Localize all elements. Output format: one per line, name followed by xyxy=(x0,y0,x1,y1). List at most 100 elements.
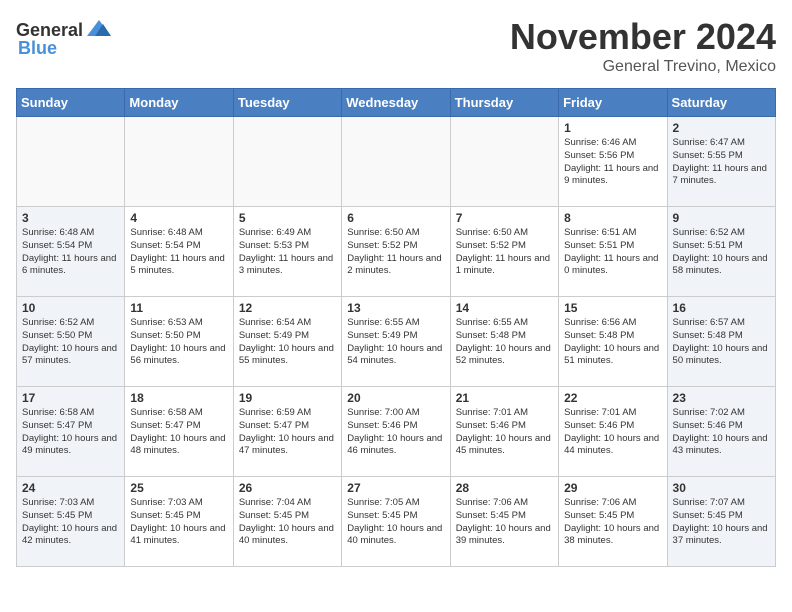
day-number: 25 xyxy=(130,481,227,495)
sunrise: Sunrise: 6:48 AM xyxy=(130,227,202,238)
day-number: 26 xyxy=(239,481,336,495)
daylight: Daylight: 10 hours and 47 minutes. xyxy=(239,433,334,457)
daylight: Daylight: 10 hours and 54 minutes. xyxy=(347,343,442,367)
sunrise: Sunrise: 7:01 AM xyxy=(564,407,636,418)
daylight: Daylight: 11 hours and 5 minutes. xyxy=(130,253,224,277)
day-info: Sunrise: 6:54 AM Sunset: 5:49 PM Dayligh… xyxy=(239,317,336,368)
sunrise: Sunrise: 6:58 AM xyxy=(130,407,202,418)
day-info: Sunrise: 6:46 AM Sunset: 5:56 PM Dayligh… xyxy=(564,137,661,188)
calendar-cell: 11 Sunrise: 6:53 AM Sunset: 5:50 PM Dayl… xyxy=(125,297,233,387)
sunset: Sunset: 5:51 PM xyxy=(673,240,743,251)
day-info: Sunrise: 7:01 AM Sunset: 5:46 PM Dayligh… xyxy=(564,407,661,458)
sunset: Sunset: 5:48 PM xyxy=(564,330,634,341)
day-header: Monday xyxy=(125,89,233,117)
day-info: Sunrise: 6:52 AM Sunset: 5:51 PM Dayligh… xyxy=(673,227,770,278)
daylight: Daylight: 10 hours and 46 minutes. xyxy=(347,433,442,457)
day-number: 18 xyxy=(130,391,227,405)
sunrise: Sunrise: 6:58 AM xyxy=(22,407,94,418)
sunrise: Sunrise: 6:52 AM xyxy=(22,317,94,328)
calendar-header-row: SundayMondayTuesdayWednesdayThursdayFrid… xyxy=(17,89,776,117)
sunrise: Sunrise: 6:59 AM xyxy=(239,407,311,418)
calendar-cell: 12 Sunrise: 6:54 AM Sunset: 5:49 PM Dayl… xyxy=(233,297,341,387)
sunset: Sunset: 5:47 PM xyxy=(130,420,200,431)
sunrise: Sunrise: 7:02 AM xyxy=(673,407,745,418)
calendar-cell: 10 Sunrise: 6:52 AM Sunset: 5:50 PM Dayl… xyxy=(17,297,125,387)
sunrise: Sunrise: 6:47 AM xyxy=(673,137,745,148)
sunrise: Sunrise: 6:50 AM xyxy=(347,227,419,238)
calendar-cell: 13 Sunrise: 6:55 AM Sunset: 5:49 PM Dayl… xyxy=(342,297,450,387)
day-number: 14 xyxy=(456,301,553,315)
sunset: Sunset: 5:55 PM xyxy=(673,150,743,161)
sunset: Sunset: 5:48 PM xyxy=(456,330,526,341)
sunset: Sunset: 5:45 PM xyxy=(239,510,309,521)
sunset: Sunset: 5:45 PM xyxy=(564,510,634,521)
day-number: 21 xyxy=(456,391,553,405)
page-header: General Blue November 2024 General Trevi… xyxy=(16,16,776,76)
sunrise: Sunrise: 6:48 AM xyxy=(22,227,94,238)
daylight: Daylight: 10 hours and 40 minutes. xyxy=(239,523,334,547)
sunset: Sunset: 5:47 PM xyxy=(239,420,309,431)
day-number: 4 xyxy=(130,211,227,225)
calendar-cell: 30 Sunrise: 7:07 AM Sunset: 5:45 PM Dayl… xyxy=(667,477,775,567)
sunset: Sunset: 5:48 PM xyxy=(673,330,743,341)
sunrise: Sunrise: 7:05 AM xyxy=(347,497,419,508)
calendar-week-row: 1 Sunrise: 6:46 AM Sunset: 5:56 PM Dayli… xyxy=(17,117,776,207)
day-number: 16 xyxy=(673,301,770,315)
day-info: Sunrise: 6:53 AM Sunset: 5:50 PM Dayligh… xyxy=(130,317,227,368)
day-number: 6 xyxy=(347,211,444,225)
sunrise: Sunrise: 7:03 AM xyxy=(22,497,94,508)
day-number: 13 xyxy=(347,301,444,315)
calendar-cell: 6 Sunrise: 6:50 AM Sunset: 5:52 PM Dayli… xyxy=(342,207,450,297)
day-info: Sunrise: 7:06 AM Sunset: 5:45 PM Dayligh… xyxy=(564,497,661,548)
sunrise: Sunrise: 6:55 AM xyxy=(456,317,528,328)
day-info: Sunrise: 6:48 AM Sunset: 5:54 PM Dayligh… xyxy=(130,227,227,278)
day-info: Sunrise: 7:02 AM Sunset: 5:46 PM Dayligh… xyxy=(673,407,770,458)
calendar-week-row: 24 Sunrise: 7:03 AM Sunset: 5:45 PM Dayl… xyxy=(17,477,776,567)
daylight: Daylight: 10 hours and 40 minutes. xyxy=(347,523,442,547)
day-number: 27 xyxy=(347,481,444,495)
day-number: 9 xyxy=(673,211,770,225)
calendar-cell: 4 Sunrise: 6:48 AM Sunset: 5:54 PM Dayli… xyxy=(125,207,233,297)
calendar-cell: 8 Sunrise: 6:51 AM Sunset: 5:51 PM Dayli… xyxy=(559,207,667,297)
day-header: Saturday xyxy=(667,89,775,117)
day-number: 15 xyxy=(564,301,661,315)
sunset: Sunset: 5:49 PM xyxy=(239,330,309,341)
daylight: Daylight: 11 hours and 1 minute. xyxy=(456,253,550,277)
calendar-cell: 27 Sunrise: 7:05 AM Sunset: 5:45 PM Dayl… xyxy=(342,477,450,567)
calendar-cell: 1 Sunrise: 6:46 AM Sunset: 5:56 PM Dayli… xyxy=(559,117,667,207)
daylight: Daylight: 11 hours and 9 minutes. xyxy=(564,163,658,187)
sunset: Sunset: 5:46 PM xyxy=(456,420,526,431)
day-number: 8 xyxy=(564,211,661,225)
calendar-week-row: 17 Sunrise: 6:58 AM Sunset: 5:47 PM Dayl… xyxy=(17,387,776,477)
day-number: 24 xyxy=(22,481,119,495)
daylight: Daylight: 10 hours and 42 minutes. xyxy=(22,523,117,547)
calendar-cell: 25 Sunrise: 7:03 AM Sunset: 5:45 PM Dayl… xyxy=(125,477,233,567)
sunrise: Sunrise: 7:06 AM xyxy=(456,497,528,508)
sunset: Sunset: 5:45 PM xyxy=(22,510,92,521)
logo: General Blue xyxy=(16,16,113,59)
day-header: Wednesday xyxy=(342,89,450,117)
calendar-cell: 18 Sunrise: 6:58 AM Sunset: 5:47 PM Dayl… xyxy=(125,387,233,477)
day-info: Sunrise: 6:56 AM Sunset: 5:48 PM Dayligh… xyxy=(564,317,661,368)
sunrise: Sunrise: 6:50 AM xyxy=(456,227,528,238)
day-number: 28 xyxy=(456,481,553,495)
daylight: Daylight: 11 hours and 2 minutes. xyxy=(347,253,441,277)
sunset: Sunset: 5:45 PM xyxy=(130,510,200,521)
daylight: Daylight: 10 hours and 58 minutes. xyxy=(673,253,768,277)
calendar-cell: 29 Sunrise: 7:06 AM Sunset: 5:45 PM Dayl… xyxy=(559,477,667,567)
day-info: Sunrise: 7:00 AM Sunset: 5:46 PM Dayligh… xyxy=(347,407,444,458)
day-number: 11 xyxy=(130,301,227,315)
sunrise: Sunrise: 7:07 AM xyxy=(673,497,745,508)
sunrise: Sunrise: 7:04 AM xyxy=(239,497,311,508)
daylight: Daylight: 11 hours and 6 minutes. xyxy=(22,253,116,277)
day-info: Sunrise: 6:55 AM Sunset: 5:49 PM Dayligh… xyxy=(347,317,444,368)
daylight: Daylight: 10 hours and 56 minutes. xyxy=(130,343,225,367)
daylight: Daylight: 10 hours and 44 minutes. xyxy=(564,433,659,457)
sunrise: Sunrise: 7:06 AM xyxy=(564,497,636,508)
calendar-cell: 28 Sunrise: 7:06 AM Sunset: 5:45 PM Dayl… xyxy=(450,477,558,567)
day-info: Sunrise: 6:58 AM Sunset: 5:47 PM Dayligh… xyxy=(130,407,227,458)
calendar-cell xyxy=(233,117,341,207)
sunrise: Sunrise: 6:49 AM xyxy=(239,227,311,238)
sunrise: Sunrise: 6:54 AM xyxy=(239,317,311,328)
day-info: Sunrise: 6:47 AM Sunset: 5:55 PM Dayligh… xyxy=(673,137,770,188)
